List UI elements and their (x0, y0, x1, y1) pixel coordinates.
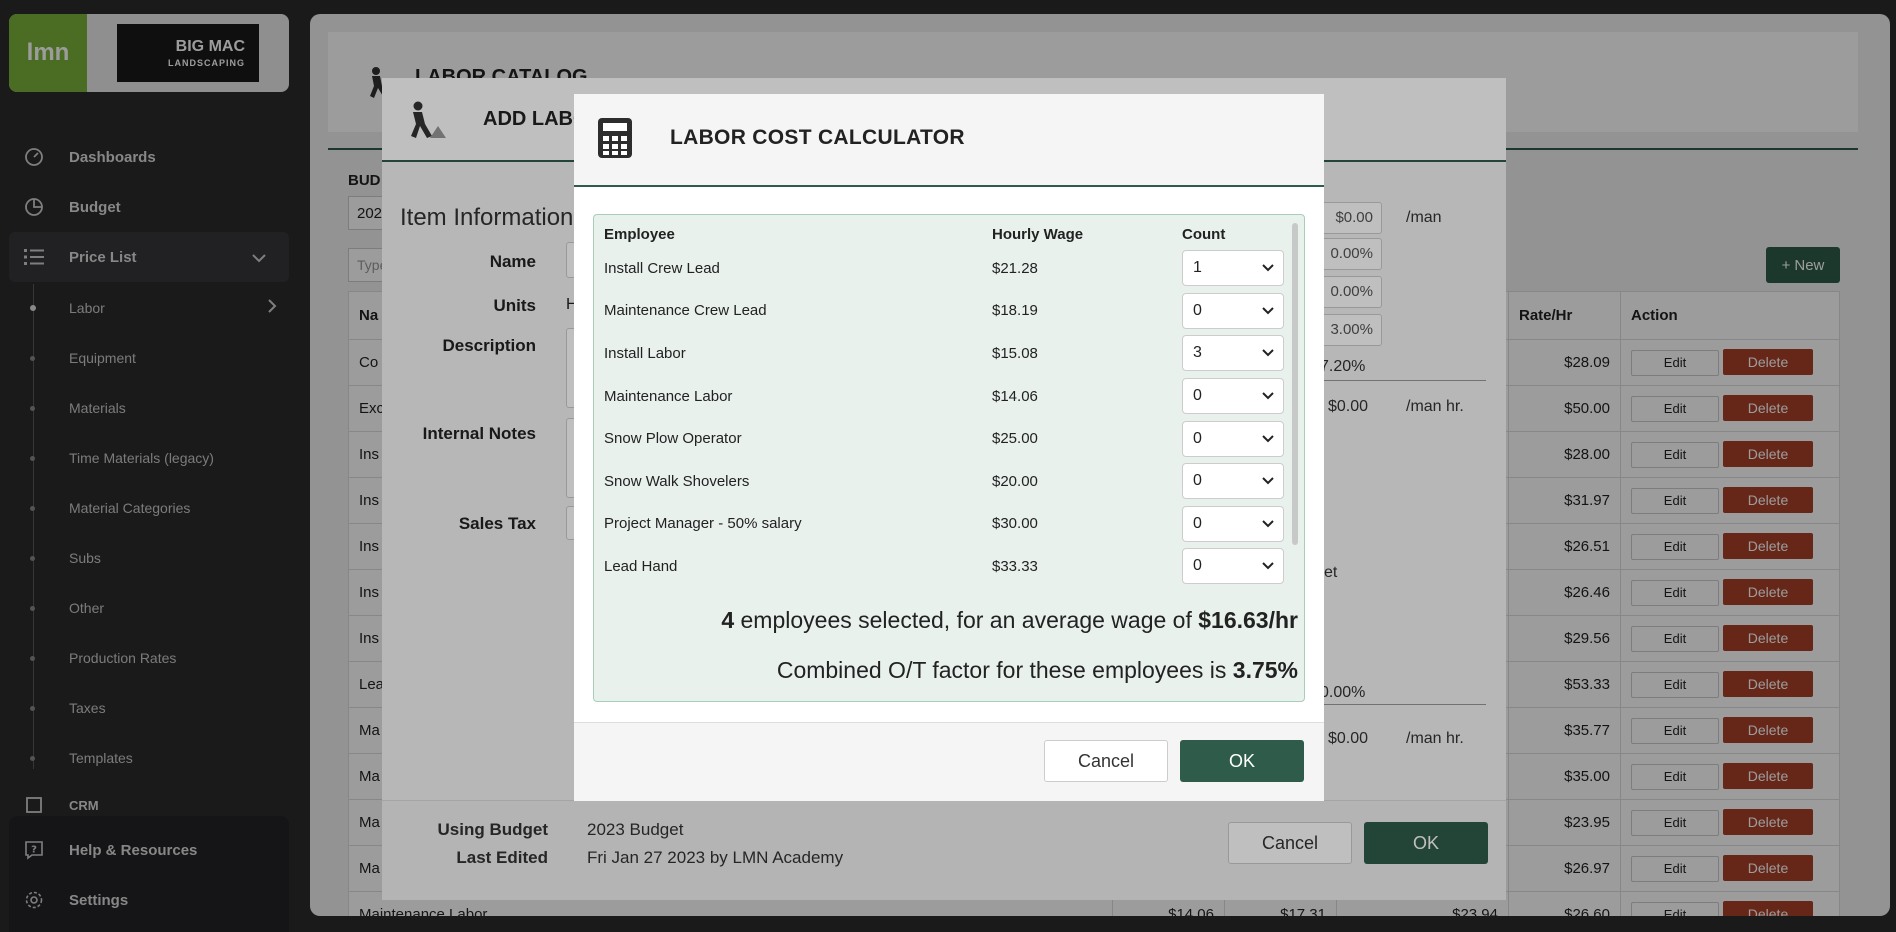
count-select[interactable]: 0 (1182, 378, 1284, 415)
selected-count: 4 (721, 607, 735, 633)
chevron-down-icon (1262, 349, 1274, 357)
chevron-down-icon (1262, 520, 1274, 528)
employee-count-cell: 0 (1182, 503, 1294, 546)
employee-count-cell: 0 (1182, 460, 1294, 503)
count-select[interactable]: 0 (1182, 292, 1284, 329)
employee-count-cell: 0 (1182, 417, 1294, 460)
employee-row: Snow Plow Operator $25.00 0 (604, 417, 1294, 460)
employee-table-header: Employee Hourly Wage Count (604, 221, 1294, 247)
calculator-cancel-button[interactable]: Cancel (1044, 740, 1168, 782)
employee-wage: $33.33 (992, 557, 1038, 575)
employee-name: Project Manager - 50% salary (604, 515, 802, 533)
count-value: 0 (1193, 514, 1202, 532)
count-value: 0 (1193, 387, 1202, 405)
employee-row: Maintenance Crew Lead $18.19 0 (604, 290, 1294, 333)
employee-count-cell: 0 (1182, 375, 1294, 418)
employee-wage: $18.19 (992, 302, 1038, 320)
calculator-ok-button[interactable]: OK (1180, 740, 1304, 782)
employee-name: Snow Plow Operator (604, 430, 742, 448)
employee-name: Lead Hand (604, 557, 678, 575)
employee-count-cell: 0 (1182, 290, 1294, 333)
average-wage: $16.63/hr (1198, 607, 1298, 633)
employee-column-header: Employee (604, 225, 675, 243)
count-column-header: Count (1182, 225, 1226, 243)
chevron-down-icon (1262, 392, 1274, 400)
calculator-body: Employee Hourly Wage Count Install Crew … (593, 214, 1305, 702)
employee-row: Maintenance Labor $14.06 0 (604, 375, 1294, 418)
employee-name: Maintenance Crew Lead (604, 302, 767, 320)
employee-name: Maintenance Labor (604, 387, 733, 405)
employee-summary: 4 employees selected, for an average wag… (721, 607, 1298, 634)
employee-wage: $14.06 (992, 387, 1038, 405)
count-select[interactable]: 1 (1182, 250, 1284, 287)
summary-text: employees selected, for an average wage … (734, 607, 1199, 633)
chevron-down-icon (1262, 264, 1274, 272)
employee-row: Lead Hand $33.33 0 (604, 545, 1294, 588)
employee-table: Employee Hourly Wage Count Install Crew … (604, 221, 1294, 588)
count-select[interactable]: 0 (1182, 463, 1284, 500)
chevron-down-icon (1262, 477, 1274, 485)
employee-count-cell: 1 (1182, 247, 1294, 290)
employee-row: Install Labor $15.08 3 (604, 332, 1294, 375)
employee-wage: $15.08 (992, 344, 1038, 362)
count-select[interactable]: 0 (1182, 420, 1284, 457)
employee-count-cell: 0 (1182, 545, 1294, 588)
employee-row: Install Crew Lead $21.28 1 (604, 247, 1294, 290)
employee-row: Snow Walk Shovelers $20.00 0 (604, 460, 1294, 503)
employee-name: Install Labor (604, 344, 686, 362)
count-select[interactable]: 3 (1182, 335, 1284, 372)
calculator-header: LABOR COST CALCULATOR (574, 94, 1324, 187)
count-value: 0 (1193, 301, 1202, 319)
employee-name: Install Crew Lead (604, 259, 720, 277)
chevron-down-icon (1262, 562, 1274, 570)
labor-cost-calculator-modal: LABOR COST CALCULATOR Employee Hourly Wa… (574, 94, 1324, 801)
overtime-text: Combined O/T factor for these employees … (776, 657, 1233, 683)
wage-column-header: Hourly Wage (992, 225, 1084, 243)
employee-row: Project Manager - 50% salary $30.00 0 (604, 503, 1294, 546)
chevron-down-icon (1262, 434, 1274, 443)
count-value: 1 (1193, 259, 1202, 277)
count-value: 0 (1193, 557, 1202, 575)
overtime-summary: Combined O/T factor for these employees … (777, 657, 1298, 684)
employee-list-scroll[interactable]: Employee Hourly Wage Count Install Crew … (594, 215, 1304, 593)
employee-wage: $20.00 (992, 472, 1038, 490)
count-select[interactable]: 0 (1182, 505, 1284, 542)
employee-wage: $25.00 (992, 430, 1038, 448)
count-select[interactable]: 0 (1182, 548, 1284, 585)
overtime-factor: 3.75% (1232, 657, 1298, 683)
employee-wage: $30.00 (992, 515, 1038, 533)
count-value: 0 (1193, 429, 1202, 447)
calculator-title: LABOR COST CALCULATOR (670, 126, 965, 149)
calculator-icon (598, 118, 632, 158)
count-value: 0 (1193, 472, 1202, 490)
employee-name: Snow Walk Shovelers (604, 472, 750, 490)
chevron-down-icon (1262, 307, 1274, 315)
scrollbar-thumb[interactable] (1292, 223, 1298, 545)
count-value: 3 (1193, 344, 1202, 362)
employee-count-cell: 3 (1182, 332, 1294, 375)
employee-wage: $21.28 (992, 259, 1038, 277)
